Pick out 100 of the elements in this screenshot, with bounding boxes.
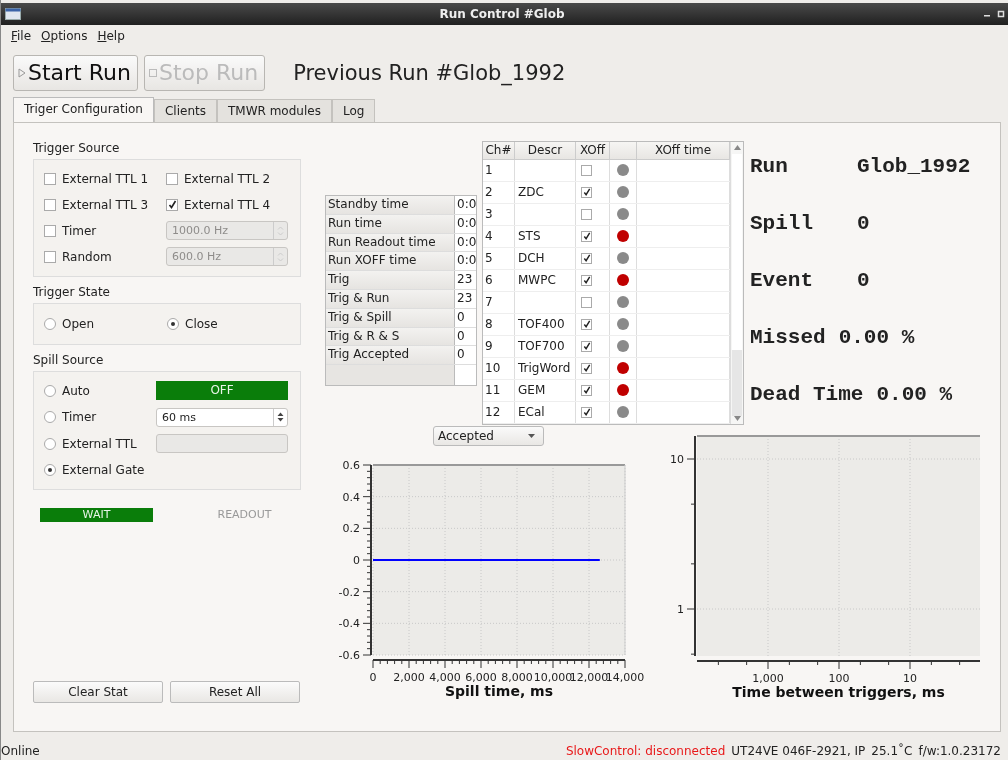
- checkbox-box[interactable]: [44, 198, 56, 211]
- tick-label: 0.2: [342, 522, 360, 536]
- radio-circle[interactable]: [44, 464, 56, 477]
- status-indicator: OFF: [156, 381, 288, 401]
- checkbox[interactable]: External TTL 2: [166, 171, 288, 186]
- checkbox-box[interactable]: [44, 172, 56, 185]
- checkbox[interactable]: [581, 406, 592, 418]
- radio-button[interactable]: External TTL: [44, 436, 156, 451]
- table-cell: TrigWord: [515, 357, 576, 379]
- scroll-up-icon[interactable]: [733, 144, 741, 150]
- tab[interactable]: Log: [331, 98, 376, 122]
- row-header: Trig Accepted: [326, 346, 455, 365]
- menu-item[interactable]: Options: [41, 28, 88, 43]
- table-cell: 6: [483, 269, 515, 291]
- column-header[interactable]: Ch#: [483, 141, 515, 159]
- caret-icon: [528, 433, 535, 438]
- window-title: Run Control #Glob: [438, 6, 566, 21]
- table-cell-text: 0:0: [456, 214, 476, 232]
- table-cell-text: 23: [456, 271, 474, 289]
- table-cell: 3: [483, 203, 515, 225]
- tick-label: 4,000: [429, 670, 461, 684]
- start-run-button[interactable]: Start Run: [13, 54, 138, 91]
- firmware-version: f/w:1.0.23172: [918, 744, 1001, 760]
- checkbox[interactable]: [581, 274, 592, 286]
- temperature-reading: 25.1˚C: [871, 744, 913, 760]
- row-header: Standby time: [326, 195, 455, 214]
- stat-value: 0: [857, 268, 870, 292]
- table-cell: TOF700: [515, 335, 576, 357]
- menu-item[interactable]: File: [11, 28, 32, 43]
- table-cell: DCH: [515, 247, 576, 269]
- radio-circle[interactable]: [44, 437, 56, 450]
- radio-circle[interactable]: [167, 317, 179, 330]
- checkbox-box[interactable]: [166, 198, 178, 211]
- checkbox[interactable]: [581, 384, 592, 396]
- tick-label: 10: [670, 452, 684, 466]
- column-header[interactable]: XOff: [576, 141, 610, 159]
- tab[interactable]: Triger Configuration: [13, 96, 154, 122]
- radio-button[interactable]: Timer: [44, 410, 156, 425]
- checkbox[interactable]: External TTL 1: [44, 171, 166, 186]
- window-icon: [5, 7, 21, 20]
- radio-circle[interactable]: [44, 317, 56, 330]
- table-cell-text: 0: [456, 308, 466, 326]
- tab[interactable]: TMWR modules: [216, 98, 332, 122]
- table-cell: 10: [483, 357, 515, 379]
- checkbox[interactable]: [581, 230, 592, 242]
- table-cell-text: 23: [456, 289, 474, 307]
- tick-label: 8,000: [501, 670, 533, 684]
- radio-button[interactable]: Auto: [44, 383, 156, 398]
- tab[interactable]: Clients: [153, 98, 217, 122]
- stat-label: Event: [750, 268, 814, 292]
- stat-value: 0: [857, 211, 870, 235]
- play-icon: [18, 67, 26, 78]
- status-light: WAIT: [40, 508, 153, 523]
- table-cell: 1: [483, 159, 515, 181]
- checkbox[interactable]: External TTL 4: [166, 197, 288, 212]
- radio-button[interactable]: Close: [167, 316, 290, 331]
- table-cell-text: 0:0: [456, 195, 476, 213]
- plot-dropdown[interactable]: Accepted: [433, 425, 544, 446]
- input-field[interactable]: [156, 434, 288, 454]
- scrollbar[interactable]: [730, 141, 743, 424]
- checkbox[interactable]: [581, 362, 592, 374]
- checkbox[interactable]: [581, 208, 592, 220]
- connection-status: Online: [1, 744, 40, 760]
- push-button[interactable]: Reset All: [170, 681, 300, 704]
- tick-label: 1: [677, 602, 684, 616]
- radio-circle[interactable]: [44, 411, 56, 424]
- checkbox[interactable]: [581, 164, 592, 176]
- table-cell: 9: [483, 335, 515, 357]
- stat-label: Spill: [750, 211, 814, 235]
- menu-item[interactable]: Help: [97, 28, 125, 43]
- table-cell-text: 0: [456, 327, 466, 345]
- checkbox[interactable]: [581, 186, 592, 198]
- radio-circle[interactable]: [44, 384, 56, 397]
- tick-label: 10,000: [533, 670, 573, 684]
- spin-arrows-icon[interactable]: [277, 411, 284, 424]
- stat-value: 0.00 %: [838, 325, 915, 349]
- group-title: Trigger State: [33, 284, 111, 299]
- slow-control-status: SlowControl: disconnected: [565, 744, 726, 760]
- column-header[interactable]: Descr: [515, 141, 576, 159]
- tick-label: -0.2: [338, 585, 360, 599]
- checkbox[interactable]: External TTL 3: [44, 197, 166, 212]
- checkbox-box[interactable]: [166, 172, 178, 185]
- checkbox[interactable]: [581, 252, 592, 264]
- previous-run-label: Previous Run #Glob_1992: [293, 60, 566, 85]
- checkbox[interactable]: [581, 318, 592, 330]
- table-cell: 7: [483, 291, 515, 313]
- push-button[interactable]: Clear Stat: [33, 681, 163, 704]
- checkbox[interactable]: [581, 340, 592, 352]
- maximize-icon[interactable]: [997, 9, 1005, 18]
- stat-label: Missed: [750, 325, 826, 349]
- axis-title: Spill time, ms: [444, 682, 554, 699]
- table-cell: 12: [483, 401, 515, 423]
- stat-label: Run: [750, 154, 789, 178]
- stat-value: Glob_1992: [857, 154, 971, 178]
- table-cell: 11: [483, 379, 515, 401]
- radio-button[interactable]: External Gate: [44, 463, 156, 478]
- timer-spinbox[interactable]: 60 ms: [156, 407, 288, 427]
- checkbox[interactable]: [581, 296, 592, 308]
- radio-button[interactable]: Open: [44, 316, 167, 331]
- tick-label: 100: [828, 671, 850, 685]
